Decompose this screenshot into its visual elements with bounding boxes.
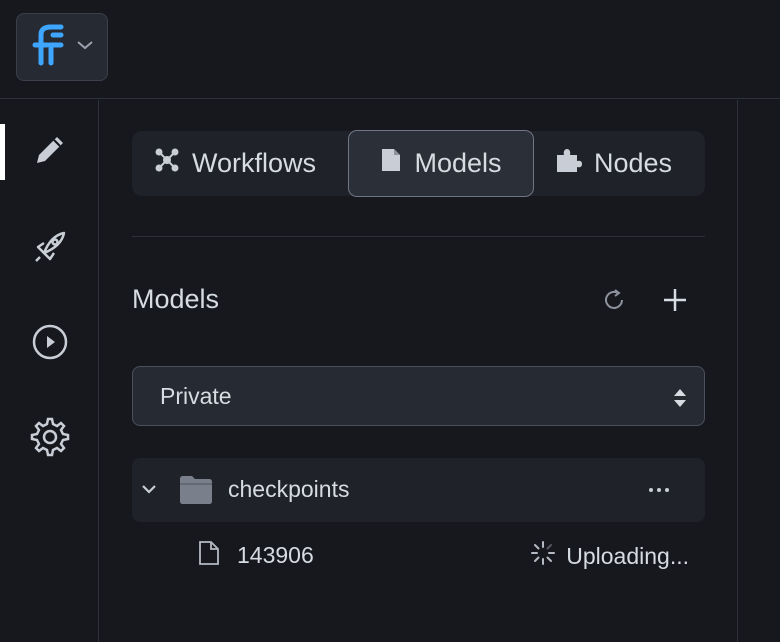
visibility-select-value: Private <box>160 382 232 409</box>
puzzle-icon <box>554 146 582 181</box>
rocket-icon <box>30 227 70 272</box>
file-icon <box>198 540 220 571</box>
upload-status-text: Uploading... <box>566 542 689 569</box>
ellipsis-icon <box>649 488 669 492</box>
left-nav-rail <box>0 100 99 642</box>
spinner-icon <box>530 540 556 572</box>
section-title: Models <box>132 284 220 314</box>
section-divider <box>132 236 705 237</box>
add-model-button[interactable] <box>657 284 693 320</box>
plus-icon <box>662 287 688 318</box>
chevron-down-icon[interactable] <box>140 480 158 503</box>
flowise-logo-icon <box>31 23 67 72</box>
pencil-icon <box>30 130 70 175</box>
app-switcher-button[interactable] <box>16 13 108 81</box>
more-options-button[interactable] <box>642 476 676 504</box>
refresh-button[interactable] <box>596 284 632 320</box>
tab-nodes[interactable]: Nodes <box>554 131 672 196</box>
file-row[interactable]: 143906 Uploading... <box>132 524 705 582</box>
document-icon <box>380 147 402 180</box>
tab-workflows-label: Workflows <box>192 148 317 178</box>
active-indicator <box>0 124 5 180</box>
top-bar <box>0 0 780 99</box>
tab-bar: Workflows Models Nodes <box>132 130 705 197</box>
refresh-icon <box>601 287 627 318</box>
sort-arrows-icon <box>672 387 688 414</box>
rail-item-settings[interactable] <box>25 414 75 464</box>
tab-nodes-label: Nodes <box>594 148 673 178</box>
rail-item-deploy[interactable] <box>25 224 75 274</box>
rail-item-run[interactable] <box>25 319 75 369</box>
folder-label: checkpoints <box>228 476 350 502</box>
play-circle-icon <box>30 322 70 367</box>
gear-icon <box>29 416 71 463</box>
chevron-down-icon <box>75 38 95 56</box>
tab-models[interactable]: Models <box>348 130 534 197</box>
tab-models-label: Models <box>414 148 502 178</box>
workflow-graph-icon <box>154 147 180 180</box>
folder-icon <box>179 475 213 510</box>
upload-status: Uploading... <box>530 540 689 572</box>
rail-item-edit[interactable] <box>25 127 75 177</box>
folder-row-checkpoints[interactable]: checkpoints <box>132 458 705 522</box>
tab-workflows[interactable]: Workflows <box>154 131 316 196</box>
models-panel: Workflows Models Nodes Models Private ch… <box>100 100 737 642</box>
file-name: 143906 <box>237 542 314 568</box>
visibility-select[interactable]: Private <box>132 366 705 426</box>
right-divider <box>737 100 738 642</box>
